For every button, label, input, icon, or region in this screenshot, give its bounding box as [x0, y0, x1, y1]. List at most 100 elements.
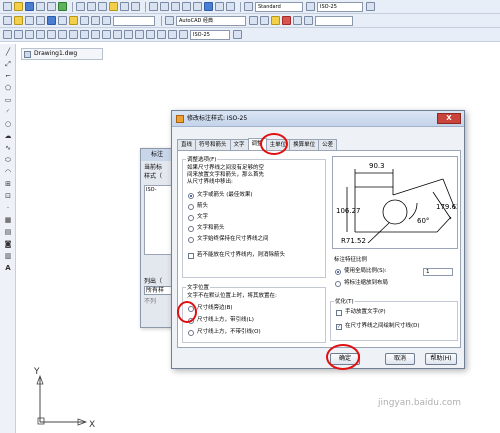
tab-tolerances[interactable]: 公差: [318, 139, 338, 150]
save-icon[interactable]: [25, 2, 34, 11]
match-properties-icon[interactable]: [109, 2, 118, 11]
leader-icon[interactable]: [124, 30, 133, 39]
open-folder-icon[interactable]: [14, 2, 23, 11]
revision-cloud-icon[interactable]: ☁: [3, 132, 13, 140]
arc-length-icon[interactable]: [25, 30, 34, 39]
preview-icon[interactable]: [47, 2, 56, 11]
document-tab[interactable]: Drawing1.dwg: [21, 48, 103, 60]
dim-style-combo[interactable]: ISO-25: [317, 1, 363, 12]
zoom-previous-icon[interactable]: [182, 2, 191, 11]
layer-combo[interactable]: [113, 15, 155, 26]
fit-arrows-radio[interactable]: [188, 204, 194, 210]
gradient-icon[interactable]: ▤: [3, 228, 13, 236]
make-block-icon[interactable]: ⊡: [3, 192, 13, 200]
diameter-dim-icon[interactable]: [69, 30, 78, 39]
layer-plot-icon[interactable]: [102, 16, 111, 25]
lineweight-icon[interactable]: [304, 16, 313, 25]
rectangle-icon[interactable]: ▭: [3, 96, 13, 104]
light-bulb-icon[interactable]: [69, 16, 78, 25]
layer-state-icon[interactable]: [14, 16, 23, 25]
hatch-icon[interactable]: ▦: [3, 216, 13, 224]
tolerance-icon[interactable]: [135, 30, 144, 39]
help-button[interactable]: 帮助(H): [425, 353, 457, 365]
text-style-combo[interactable]: Standard: [255, 1, 303, 12]
spline-icon[interactable]: ∿: [3, 144, 13, 152]
scale-to-layout-radio[interactable]: [335, 281, 341, 287]
fit-text-radio[interactable]: [188, 215, 194, 221]
copy-icon[interactable]: [87, 2, 96, 11]
close-button[interactable]: X: [437, 113, 461, 124]
properties-icon[interactable]: [193, 2, 202, 11]
suppress-arrows-checkbox[interactable]: [188, 253, 194, 259]
tool-palettes-icon[interactable]: [215, 2, 224, 11]
layer-freeze-icon[interactable]: [47, 16, 56, 25]
layer-previous-icon[interactable]: [25, 16, 34, 25]
print-icon[interactable]: [36, 2, 45, 11]
pan-icon[interactable]: [149, 2, 158, 11]
linetype-icon[interactable]: [293, 16, 302, 25]
radius-dim-icon[interactable]: [47, 30, 56, 39]
manual-place-text-checkbox[interactable]: [336, 310, 342, 316]
jogged-dim-icon[interactable]: [58, 30, 67, 39]
draw-dim-line-checkbox[interactable]: ✓: [336, 324, 342, 330]
undo-icon[interactable]: [120, 2, 129, 11]
ellipse-arc-icon[interactable]: ◠: [3, 168, 13, 176]
publish-icon[interactable]: [58, 2, 67, 11]
dialog-title-bar[interactable]: 修改标注样式: ISO-25 X: [172, 111, 464, 127]
linear-dim-icon[interactable]: [3, 30, 12, 39]
dim-style-combo-2[interactable]: ISO-25: [190, 29, 230, 40]
quick-dim-icon[interactable]: [91, 30, 100, 39]
new-file-icon[interactable]: [3, 2, 12, 11]
help-icon[interactable]: [226, 2, 235, 11]
aligned-dim-icon[interactable]: [14, 30, 23, 39]
region-icon[interactable]: ◙: [3, 240, 13, 248]
dim-edit-icon[interactable]: [157, 30, 166, 39]
dim-text-edit-icon[interactable]: [168, 30, 177, 39]
ellipse-icon[interactable]: ⬭: [3, 156, 13, 164]
style-list-item[interactable]: ISO-: [146, 187, 174, 193]
construction-line-icon[interactable]: ⤢: [3, 60, 13, 68]
insert-block-icon[interactable]: ⊞: [3, 180, 13, 188]
baseline-dim-icon[interactable]: [102, 30, 111, 39]
render-icon[interactable]: [282, 16, 291, 25]
redo-icon[interactable]: [131, 2, 140, 11]
workspace-settings-icon[interactable]: [165, 16, 174, 25]
table-icon[interactable]: ▥: [3, 252, 13, 260]
ordinate-dim-icon[interactable]: [36, 30, 45, 39]
linetype-combo[interactable]: [315, 15, 353, 26]
continue-dim-icon[interactable]: [113, 30, 122, 39]
arc-icon[interactable]: ◜: [3, 108, 13, 116]
tab-lines[interactable]: 直线: [177, 139, 197, 150]
tab-alternate-units[interactable]: 换算单位: [289, 139, 320, 150]
light-icon[interactable]: [271, 16, 280, 25]
use-overall-scale-radio[interactable]: [335, 269, 341, 275]
polygon-icon[interactable]: ⬠: [3, 84, 13, 92]
multiline-text-icon[interactable]: A: [3, 264, 13, 272]
design-center-icon[interactable]: [204, 2, 213, 11]
paste-icon[interactable]: [98, 2, 107, 11]
layer-manager-icon[interactable]: [3, 16, 12, 25]
fit-text-arrows-radio[interactable]: [188, 226, 194, 232]
workspace-combo[interactable]: AutoCAD 经典: [176, 15, 246, 26]
fit-best-radio[interactable]: [188, 193, 194, 199]
cut-icon[interactable]: [76, 2, 85, 11]
zoom-realtime-icon[interactable]: [160, 2, 169, 11]
layer-isolate-icon[interactable]: [36, 16, 45, 25]
dim-update-icon[interactable]: [179, 30, 188, 39]
center-mark-icon[interactable]: [146, 30, 155, 39]
workspace-gear-icon[interactable]: [249, 16, 258, 25]
dim-style-manager-icon[interactable]: [233, 30, 242, 39]
color-control-icon[interactable]: [260, 16, 269, 25]
overall-scale-input[interactable]: 1: [423, 268, 453, 276]
line-icon[interactable]: ╱: [3, 48, 13, 56]
circle-icon[interactable]: ○: [3, 120, 13, 128]
zoom-window-icon[interactable]: [171, 2, 180, 11]
cancel-button[interactable]: 取消: [385, 353, 415, 365]
point-icon[interactable]: ·: [3, 204, 13, 212]
polyline-icon[interactable]: ⌐: [3, 72, 13, 80]
angular-dim-icon[interactable]: [80, 30, 89, 39]
layer-lock-icon[interactable]: [58, 16, 67, 25]
tab-symbols-arrows[interactable]: 符号和箭头: [195, 139, 231, 150]
layer-color-icon[interactable]: [91, 16, 100, 25]
over-dim-line-no-leader-radio[interactable]: [188, 330, 194, 336]
